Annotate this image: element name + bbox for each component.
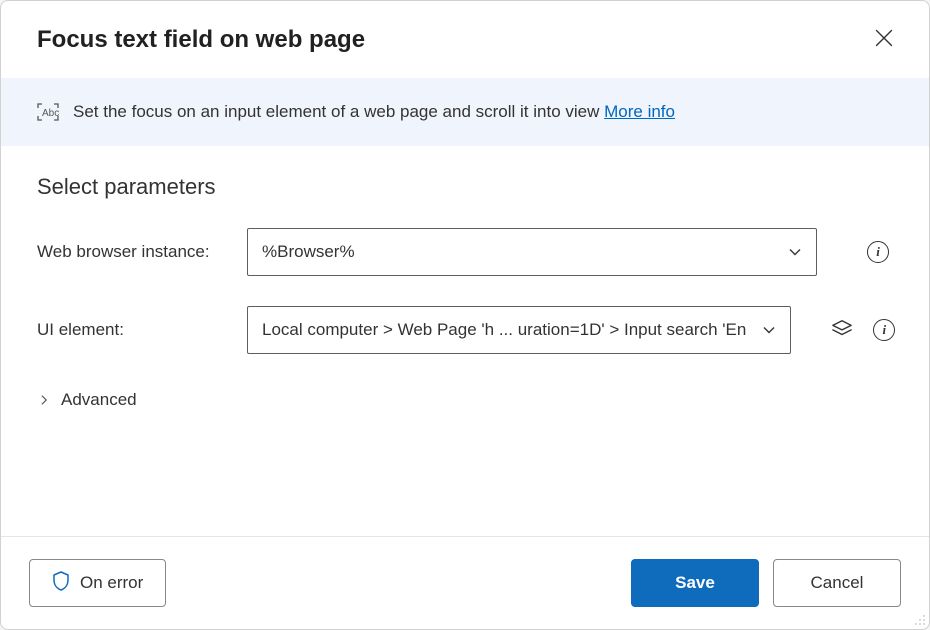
on-error-label: On error — [80, 573, 143, 593]
ui-element-control: Local computer > Web Page 'h ... uration… — [247, 306, 791, 354]
dialog-header: Focus text field on web page — [1, 1, 929, 78]
chevron-right-icon — [37, 393, 51, 407]
advanced-label: Advanced — [61, 390, 137, 410]
info-icon: i — [867, 241, 889, 263]
more-info-link[interactable]: More info — [604, 102, 675, 121]
browser-label: Web browser instance: — [37, 242, 231, 262]
browser-dropdown[interactable]: %Browser% — [247, 228, 817, 276]
dialog-title: Focus text field on web page — [37, 26, 365, 54]
ui-element-info-button[interactable]: i — [869, 315, 899, 345]
info-banner: Abc Set the focus on an input element of… — [1, 78, 929, 146]
close-icon — [875, 29, 893, 50]
ui-element-row-actions: i — [807, 314, 899, 347]
layers-icon — [831, 318, 853, 343]
ui-element-label: UI element: — [37, 320, 231, 340]
dialog-container: Focus text field on web page Abc Set the… — [0, 0, 930, 630]
ui-element-value: Local computer > Web Page 'h ... uration… — [262, 320, 746, 340]
param-row-ui-element: UI element: Local computer > Web Page 'h… — [37, 306, 893, 354]
browser-control: %Browser% — [247, 228, 817, 276]
save-button[interactable]: Save — [631, 559, 759, 607]
info-icon: i — [873, 319, 895, 341]
section-title: Select parameters — [37, 174, 893, 200]
text-field-icon: Abc — [37, 103, 59, 121]
ui-element-picker-button[interactable] — [827, 314, 857, 347]
dialog-footer: On error Save Cancel — [1, 536, 929, 629]
browser-row-actions: i — [843, 237, 893, 267]
cancel-label: Cancel — [811, 573, 864, 593]
cancel-button[interactable]: Cancel — [773, 559, 901, 607]
content-area: Select parameters Web browser instance: … — [1, 146, 929, 536]
resize-grip[interactable] — [912, 612, 926, 626]
param-row-browser: Web browser instance: %Browser% i — [37, 228, 893, 276]
on-error-button[interactable]: On error — [29, 559, 166, 607]
advanced-toggle[interactable]: Advanced — [37, 384, 137, 416]
save-label: Save — [675, 573, 715, 593]
browser-value: %Browser% — [262, 242, 355, 262]
browser-info-button[interactable]: i — [863, 237, 893, 267]
svg-text:Abc: Abc — [42, 108, 59, 119]
close-button[interactable] — [869, 23, 899, 56]
shield-icon — [52, 571, 70, 596]
ui-element-dropdown[interactable]: Local computer > Web Page 'h ... uration… — [247, 306, 791, 354]
info-banner-text: Set the focus on an input element of a w… — [73, 102, 675, 122]
banner-description: Set the focus on an input element of a w… — [73, 102, 604, 121]
